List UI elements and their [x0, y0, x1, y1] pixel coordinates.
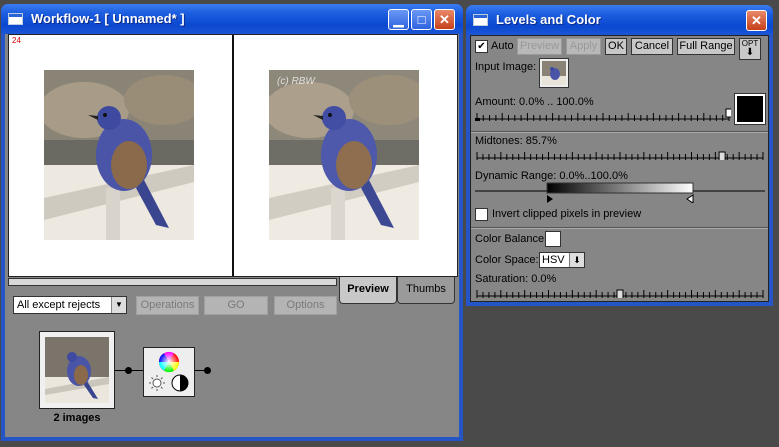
input-image-label: Input Image:: [475, 61, 537, 73]
apply-button[interactable]: Apply: [566, 38, 601, 55]
chevron-down-icon[interactable]: ⬇: [569, 253, 584, 267]
color-space-label: Color Space:: [475, 254, 539, 266]
levels-titlebar[interactable]: Levels and Color ✕: [466, 5, 773, 35]
preview-image-after: (c) RBW: [269, 70, 419, 240]
dynamic-range-gradient: [546, 182, 694, 194]
window-icon: [8, 13, 23, 25]
saturation-slider[interactable]: [475, 284, 765, 298]
midtones-slider[interactable]: [475, 146, 765, 160]
invert-checkbox[interactable]: [475, 208, 488, 221]
levels-window: Levels and Color ✕ ✔ Auto Preview Apply …: [466, 5, 773, 306]
auto-checkbox[interactable]: ✔: [475, 40, 488, 53]
chevron-down-icon[interactable]: ▼: [111, 297, 126, 313]
close-icon: ✕: [751, 13, 762, 28]
auto-label: Auto: [491, 40, 514, 52]
check-icon: ✔: [477, 41, 486, 52]
close-button[interactable]: ✕: [746, 10, 767, 31]
dynamic-range-low-handle[interactable]: [547, 195, 553, 203]
dynamic-range-high-handle[interactable]: [686, 194, 694, 203]
filter-select[interactable]: All except rejects ▼: [13, 296, 127, 314]
color-levels-icon: [149, 351, 189, 392]
preview-image-before: [44, 70, 194, 240]
levels-title: Levels and Color: [496, 12, 601, 27]
full-range-button[interactable]: Full Range: [677, 38, 735, 55]
minimize-button[interactable]: ▁: [388, 9, 409, 30]
cancel-button[interactable]: Cancel: [631, 38, 673, 55]
workflow-title: Workflow-1 [ Unnamed* ]: [31, 11, 185, 26]
images-node-label: 2 images: [53, 412, 101, 424]
preview-button[interactable]: Preview: [517, 38, 562, 55]
input-image-preview: [542, 61, 566, 85]
preview-divider[interactable]: [232, 35, 234, 276]
window-icon: [473, 14, 488, 26]
maximize-icon: □: [417, 12, 426, 27]
download-arrow-icon: ⬇: [745, 47, 755, 58]
color-balance-swatch[interactable]: [545, 231, 561, 247]
levels-operation-node[interactable]: [143, 347, 195, 397]
close-icon: ✕: [439, 12, 450, 27]
color-space-value: HSV: [542, 254, 565, 266]
input-image-thumbnail[interactable]: [539, 58, 569, 88]
tab-preview[interactable]: Preview: [339, 277, 397, 304]
ok-button[interactable]: OK: [605, 38, 627, 55]
images-node-thumbnail: [45, 337, 109, 403]
frame-number: 24: [12, 36, 21, 45]
images-node[interactable]: [39, 331, 115, 409]
separator: [471, 227, 768, 229]
connector-dot[interactable]: [125, 367, 132, 374]
maximize-button[interactable]: □: [411, 9, 432, 30]
amount-slider[interactable]: [475, 107, 731, 121]
invert-label: Invert clipped pixels in preview: [492, 208, 642, 220]
midtones-handle[interactable]: [718, 151, 726, 160]
filter-select-value: All except rejects: [17, 299, 101, 311]
amount-color-swatch[interactable]: [734, 93, 766, 125]
workflow-panel: 24 (c) RBW Preview Thumbs All except rej…: [5, 34, 459, 437]
preview-scrollbar[interactable]: [8, 278, 337, 286]
minimize-icon: ▁: [393, 12, 404, 27]
connector-dot-out[interactable]: [204, 367, 211, 374]
go-button[interactable]: GO: [204, 296, 268, 315]
close-button[interactable]: ✕: [434, 9, 455, 30]
watermark-text: (c) RBW: [277, 76, 315, 87]
amount-max-handle[interactable]: [725, 108, 731, 118]
dynamic-range-control[interactable]: [475, 181, 767, 203]
workflow-window: Workflow-1 [ Unnamed* ] ▁ □ ✕ 24 (c) RBW…: [1, 4, 463, 441]
preview-area[interactable]: 24 (c) RBW: [8, 34, 458, 277]
operations-button[interactable]: Operations: [136, 296, 199, 315]
separator: [471, 131, 768, 133]
levels-panel: ✔ Auto Preview Apply OK Cancel Full Rang…: [470, 35, 769, 302]
amount-min-handle[interactable]: [475, 118, 480, 121]
tab-thumbs[interactable]: Thumbs: [397, 277, 455, 304]
options-button[interactable]: Options: [274, 296, 337, 315]
color-space-select[interactable]: HSV ⬇: [539, 252, 585, 268]
workflow-titlebar[interactable]: Workflow-1 [ Unnamed* ] ▁ □ ✕: [1, 4, 463, 34]
color-balance-label: Color Balance:: [475, 233, 548, 245]
saturation-handle[interactable]: [616, 289, 624, 298]
options-button[interactable]: OPT ⬇: [739, 38, 761, 60]
